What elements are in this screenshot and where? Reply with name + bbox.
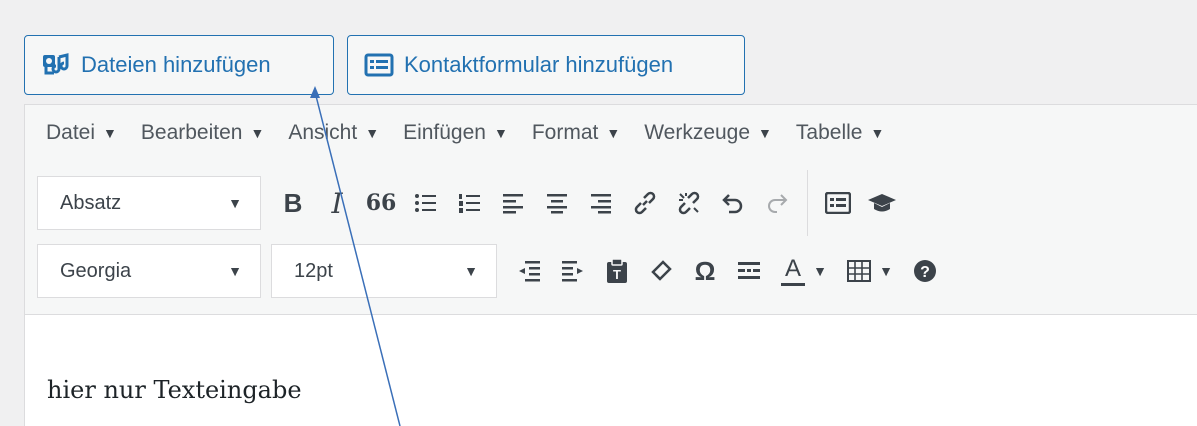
chevron-down-icon: ▼ bbox=[250, 125, 265, 141]
bullet-list-icon bbox=[414, 192, 436, 214]
horizontal-line-icon bbox=[737, 260, 761, 282]
paste-as-text-icon: T bbox=[606, 258, 628, 284]
chevron-down-icon: ▼ bbox=[103, 125, 117, 141]
menu-bearbeiten[interactable]: Bearbeiten ▼ bbox=[141, 121, 288, 145]
font-size-select[interactable]: 12pt ▼ bbox=[271, 244, 497, 298]
bullet-list-button[interactable] bbox=[406, 179, 444, 227]
chevron-down-icon: ▼ bbox=[464, 263, 478, 279]
form-icon bbox=[364, 52, 394, 78]
undo-icon bbox=[721, 192, 745, 214]
align-center-button[interactable] bbox=[538, 179, 576, 227]
menu-einfuegen[interactable]: Einfügen ▼ bbox=[403, 121, 532, 145]
redo-icon bbox=[765, 192, 789, 214]
undo-button[interactable] bbox=[714, 179, 752, 227]
chevron-down-icon: ▼ bbox=[813, 263, 827, 279]
media-buttons: Dateien hinzufügen Kontaktformular hinzu… bbox=[24, 35, 745, 95]
italic-button[interactable]: I bbox=[318, 179, 356, 227]
graduation-cap-icon bbox=[867, 192, 897, 214]
form-embed-button[interactable] bbox=[819, 179, 857, 227]
special-character-icon: Ω bbox=[694, 255, 716, 286]
editor-menubar: Datei ▼ Bearbeiten ▼ Ansicht ▼ Einfügen ▼ Fo… bbox=[25, 105, 1197, 161]
toolbar-separator bbox=[807, 170, 808, 236]
numbered-list-icon bbox=[458, 192, 480, 214]
tinymce-editor: Datei ▼ Bearbeiten ▼ Ansicht ▼ Einfügen ▼ Fo… bbox=[24, 104, 1197, 426]
paste-as-text-button[interactable]: T bbox=[598, 247, 636, 295]
menu-format[interactable]: Format ▼ bbox=[532, 121, 644, 145]
menu-ansicht-label: Ansicht bbox=[288, 121, 358, 144]
chevron-down-icon: ▼ bbox=[870, 125, 885, 141]
bold-button[interactable]: B bbox=[274, 179, 312, 227]
clear-formatting-button[interactable] bbox=[642, 247, 680, 295]
outdent-icon bbox=[517, 260, 541, 282]
editor-toolbar: Absatz ▼ B I 66 Georgia ▼ 12pt ▼ T Ω A ▼… bbox=[25, 161, 1197, 315]
numbered-list-button[interactable] bbox=[450, 179, 488, 227]
text-color-glyph: A bbox=[785, 254, 802, 282]
chevron-down-icon: ▼ bbox=[879, 263, 893, 279]
font-size-value: 12pt bbox=[294, 259, 333, 282]
block-format-value: Absatz bbox=[60, 191, 122, 214]
menu-werkzeuge[interactable]: Werkzeuge ▼ bbox=[644, 121, 796, 145]
bold-icon: B bbox=[283, 187, 303, 218]
align-center-icon bbox=[546, 192, 568, 214]
font-family-value: Georgia bbox=[60, 259, 132, 282]
blockquote-button[interactable]: 66 bbox=[362, 179, 400, 227]
menu-bearbeiten-label: Bearbeiten bbox=[140, 121, 243, 144]
table-button[interactable]: ▼ bbox=[840, 247, 900, 295]
chevron-down-icon: ▼ bbox=[493, 125, 508, 141]
align-right-icon bbox=[590, 192, 612, 214]
media-files-icon bbox=[41, 52, 71, 78]
menu-datei-label: Datei bbox=[46, 121, 96, 144]
unlink-button[interactable] bbox=[670, 179, 708, 227]
block-format-select[interactable]: Absatz ▼ bbox=[37, 176, 261, 230]
add-contact-form-label: Kontaktformular hinzufügen bbox=[404, 52, 674, 77]
clear-formatting-icon bbox=[649, 259, 673, 283]
editor-page: Dateien hinzufügen Kontaktformular hinzu… bbox=[0, 0, 1197, 426]
menu-tabelle-label: Tabelle bbox=[795, 121, 863, 144]
add-files-button[interactable]: Dateien hinzufügen bbox=[24, 35, 334, 95]
text-color-swatch bbox=[781, 282, 806, 286]
help-icon: ? bbox=[913, 259, 937, 283]
indent-icon bbox=[561, 260, 585, 282]
font-family-select[interactable]: Georgia ▼ bbox=[37, 244, 261, 298]
toolbar-row-1: Absatz ▼ B I 66 bbox=[37, 170, 904, 236]
menu-ansicht[interactable]: Ansicht ▼ bbox=[288, 121, 403, 145]
content-paragraph[interactable]: hier nur Texteingabe bbox=[47, 376, 302, 404]
text-color-button[interactable]: A ▼ bbox=[774, 247, 834, 295]
help-button[interactable]: ? bbox=[906, 247, 944, 295]
toolbar-row-2: Georgia ▼ 12pt ▼ T Ω A ▼ ▼ ? bbox=[37, 241, 947, 301]
blockquote-icon: 66 bbox=[365, 190, 397, 216]
table-icon bbox=[847, 260, 872, 282]
chevron-down-icon: ▼ bbox=[228, 263, 242, 279]
form-embed-icon bbox=[825, 192, 851, 214]
chevron-down-icon: ▼ bbox=[758, 125, 772, 141]
align-left-button[interactable] bbox=[494, 179, 532, 227]
outdent-button[interactable] bbox=[510, 247, 548, 295]
menu-werkzeuge-label: Werkzeuge bbox=[644, 121, 751, 144]
add-contact-form-button[interactable]: Kontaktformular hinzufügen bbox=[347, 35, 745, 95]
align-right-button[interactable] bbox=[582, 179, 620, 227]
text-color-icon: A bbox=[781, 254, 806, 286]
svg-text:?: ? bbox=[920, 264, 930, 281]
graduation-cap-button[interactable] bbox=[863, 179, 901, 227]
menu-format-label: Format bbox=[531, 121, 599, 144]
svg-text:T: T bbox=[613, 267, 621, 282]
indent-button[interactable] bbox=[554, 247, 592, 295]
link-icon bbox=[633, 191, 657, 215]
menu-datei[interactable]: Datei ▼ bbox=[46, 121, 141, 145]
unlink-icon bbox=[677, 191, 701, 215]
special-character-button[interactable]: Ω bbox=[686, 247, 724, 295]
menu-einfuegen-label: Einfügen bbox=[403, 121, 486, 144]
editor-content-area[interactable]: hier nur Texteingabe bbox=[25, 315, 1197, 426]
chevron-down-icon: ▼ bbox=[606, 125, 621, 141]
italic-icon: I bbox=[331, 186, 343, 220]
horizontal-line-button[interactable] bbox=[730, 247, 768, 295]
align-left-icon bbox=[502, 192, 524, 214]
menu-tabelle[interactable]: Tabelle ▼ bbox=[796, 121, 908, 145]
add-files-label: Dateien hinzufügen bbox=[81, 52, 271, 77]
redo-button[interactable] bbox=[758, 179, 796, 227]
chevron-down-icon: ▼ bbox=[365, 125, 380, 141]
chevron-down-icon: ▼ bbox=[228, 195, 242, 211]
link-button[interactable] bbox=[626, 179, 664, 227]
